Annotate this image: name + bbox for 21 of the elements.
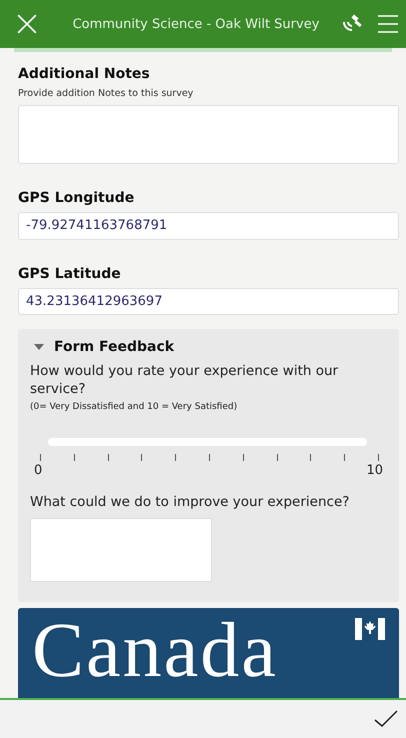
logo-wordmark: Canada xyxy=(32,608,278,692)
question-text: How would you rate your experience with our service? xyxy=(30,363,340,398)
max-label: 10 xyxy=(366,463,383,478)
caret-icon[interactable] xyxy=(34,344,44,350)
close-icon[interactable] xyxy=(16,13,38,35)
input-field[interactable]: -79.92741163768791 xyxy=(18,212,399,240)
menu-icon[interactable] xyxy=(378,15,398,33)
submit-check-icon[interactable] xyxy=(374,710,398,728)
answer-field[interactable] xyxy=(30,518,212,582)
field-label: GPS Longitude xyxy=(18,190,136,206)
field-label: Additional Notes xyxy=(18,66,151,82)
input-field[interactable]: 43.23136412963697 xyxy=(18,288,399,316)
scale-hint: (0= Very Dissatisfied and 10 = Very Satisfied) xyxy=(30,402,238,412)
group-title[interactable]: Form Feedback xyxy=(54,339,174,356)
min-label: 0 xyxy=(34,463,42,478)
flag-icon xyxy=(355,618,385,640)
question-text: What could we do to improve your experience? xyxy=(30,494,350,512)
notes-field[interactable] xyxy=(18,105,399,164)
field-label: GPS Latitude xyxy=(18,266,122,282)
form-title: Community Science - Oak Wilt Survey xyxy=(72,16,320,32)
field-hint: Provide addition Notes to this survey xyxy=(18,88,194,99)
